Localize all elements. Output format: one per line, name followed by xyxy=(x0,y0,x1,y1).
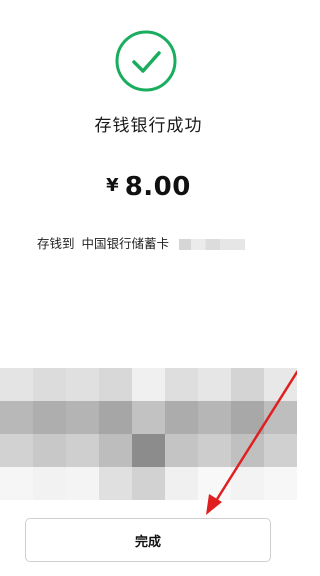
deposit-label: 存钱到 xyxy=(37,236,75,251)
page-title: 存钱银行成功 xyxy=(94,116,203,136)
amount-display: ¥8.00 xyxy=(0,172,297,202)
masked-card-number xyxy=(179,239,246,250)
done-button[interactable]: 完成 xyxy=(25,518,271,562)
checkmark-circle-icon xyxy=(115,30,177,92)
bank-name: 中国银行储蓄卡 xyxy=(81,236,170,251)
deposit-destination: 存钱到中国银行储蓄卡 （…） xyxy=(37,233,277,253)
redacted-mosaic-area xyxy=(0,368,297,500)
currency-symbol: ¥ xyxy=(106,175,119,196)
amount-value: 8.00 xyxy=(124,172,191,202)
